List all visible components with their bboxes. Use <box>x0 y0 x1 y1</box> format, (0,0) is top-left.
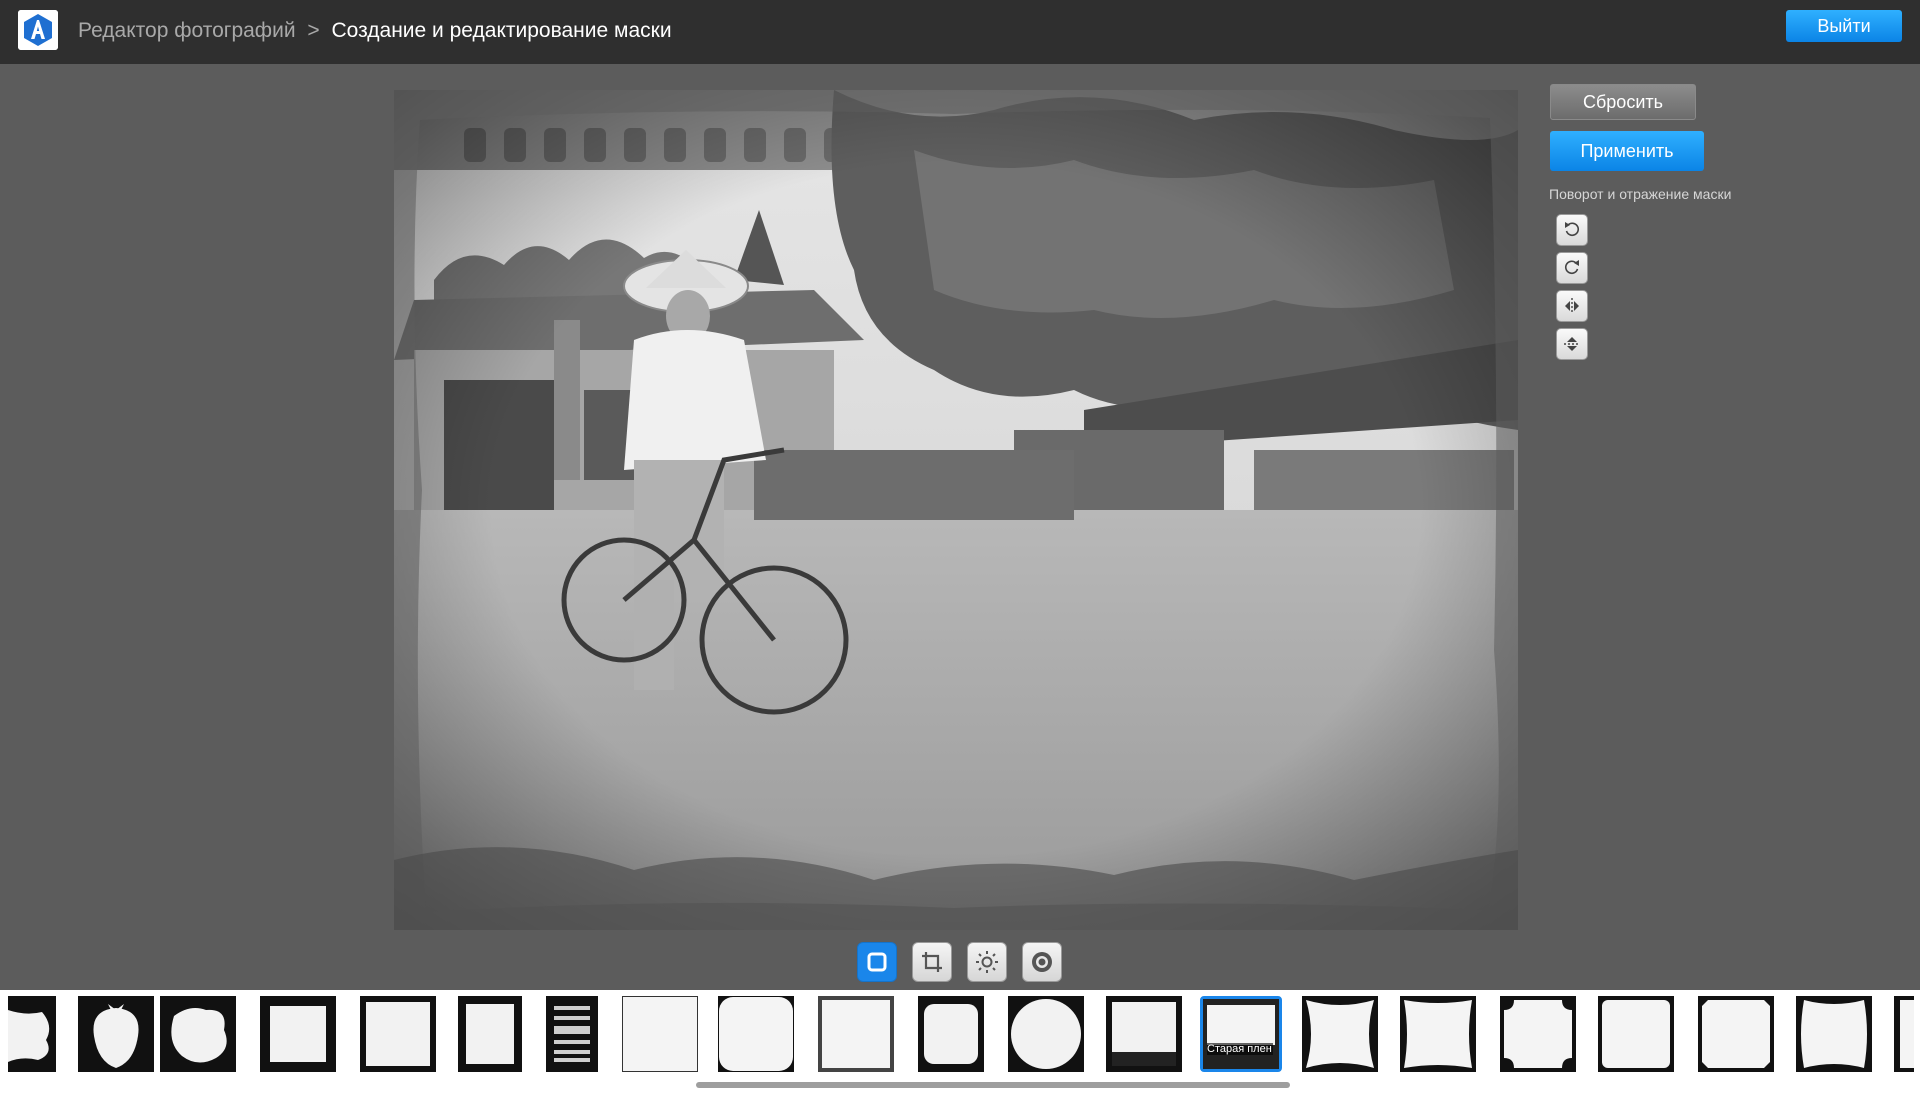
breadcrumb-photo-editor[interactable]: Редактор фотографий <box>78 19 296 42</box>
rotate-right-button[interactable] <box>1556 252 1588 284</box>
mask-thumbnail[interactable] <box>818 996 894 1072</box>
effects-button[interactable] <box>1022 942 1062 982</box>
mask-thumbnail[interactable] <box>1796 996 1872 1072</box>
flip-vertical-icon <box>1564 337 1580 351</box>
mask-thumbnail[interactable] <box>1400 996 1476 1072</box>
brightness-button[interactable] <box>967 942 1007 982</box>
mask-thumbnail[interactable] <box>718 996 794 1072</box>
mask-thumbnail-selected[interactable]: Старая плен <box>1200 996 1282 1072</box>
mask-thumbnail[interactable] <box>8 996 56 1072</box>
crop-icon <box>922 952 942 972</box>
brightness-icon <box>976 951 998 973</box>
mask-thumbnail[interactable] <box>1302 996 1378 1072</box>
effects-icon <box>1032 952 1052 972</box>
old-film-mask-preview <box>1203 999 1279 1069</box>
mask-thumbnail[interactable] <box>1598 996 1674 1072</box>
mask-thumbnail[interactable] <box>1500 996 1576 1072</box>
editor-canvas[interactable] <box>394 90 1518 930</box>
apply-button[interactable]: Применить <box>1550 131 1704 171</box>
exit-button[interactable]: Выйти <box>1786 10 1902 42</box>
mask-mode-icon <box>867 952 887 972</box>
flip-vertical-button[interactable] <box>1556 328 1588 360</box>
masked-photo <box>394 90 1518 930</box>
mask-thumbnail-label: Старая плен <box>1207 1043 1273 1055</box>
mask-thumbnail[interactable] <box>918 996 984 1072</box>
mask-mode-button[interactable] <box>857 942 897 982</box>
rotate-left-icon <box>1565 222 1580 237</box>
app-logo-icon[interactable] <box>18 10 58 50</box>
app-header: Редактор фотографий > Создание и редакти… <box>0 0 1920 64</box>
mask-thumbnail[interactable] <box>1106 996 1182 1072</box>
mask-thumbnail[interactable] <box>160 996 236 1072</box>
crop-button[interactable] <box>912 942 952 982</box>
breadcrumb-separator: > <box>307 19 320 42</box>
breadcrumb: Редактор фотографий > Создание и редакти… <box>78 18 672 44</box>
page-title: Создание и редактирование маски <box>331 19 672 42</box>
mask-thumbnail[interactable] <box>1894 996 1914 1072</box>
mask-thumbnail[interactable] <box>78 996 154 1072</box>
mask-strip[interactable]: Старая плен <box>0 990 1920 1094</box>
mask-strip-scrollbar[interactable] <box>696 1082 1290 1088</box>
mask-thumbnail[interactable] <box>360 996 436 1072</box>
rotate-left-button[interactable] <box>1556 214 1588 246</box>
mask-thumbnail[interactable] <box>260 996 336 1072</box>
mask-thumbnail[interactable] <box>546 996 598 1072</box>
mask-thumbnail[interactable] <box>458 996 522 1072</box>
mask-thumbnail[interactable] <box>622 996 698 1072</box>
flip-horizontal-button[interactable] <box>1556 290 1588 322</box>
rotate-flip-title: Поворот и отражение маски <box>1549 186 1732 202</box>
mask-thumbnail[interactable] <box>1698 996 1774 1072</box>
flip-horizontal-icon <box>1565 298 1579 314</box>
mask-thumbnail[interactable] <box>1008 996 1084 1072</box>
rotate-right-icon <box>1564 260 1579 275</box>
reset-button[interactable]: Сбросить <box>1550 84 1696 120</box>
